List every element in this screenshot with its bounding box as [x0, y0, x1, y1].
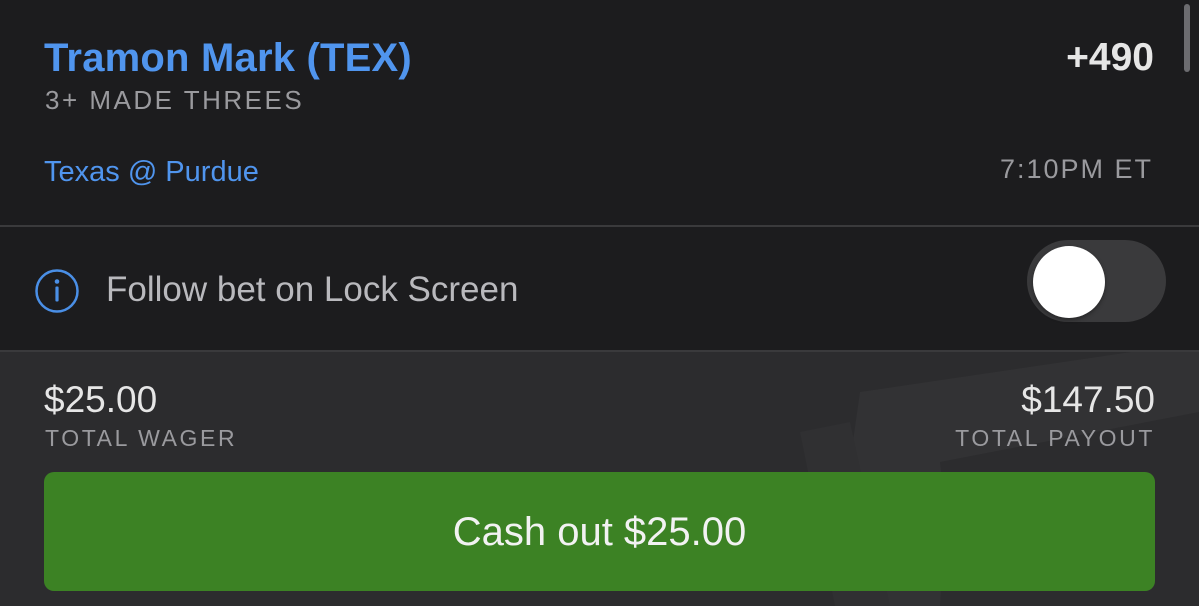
- bet-card: Tramon Mark (TEX) +490 3+ MADE THREES Te…: [0, 0, 1199, 606]
- lock-screen-toggle[interactable]: [1027, 240, 1166, 322]
- info-icon[interactable]: [35, 269, 79, 313]
- odds-value: +490: [1066, 36, 1154, 79]
- game-time: 7:10PM ET: [999, 154, 1153, 184]
- payout-panel: $25.00 TOTAL WAGER $147.50 TOTAL PAYOUT …: [0, 352, 1199, 606]
- cash-out-label: Cash out $25.00: [452, 509, 747, 554]
- follow-bet-label: Follow bet on Lock Screen: [106, 270, 519, 309]
- bet-details: Tramon Mark (TEX) +490 3+ MADE THREES Te…: [0, 0, 1199, 226]
- follow-bet-row: Follow bet on Lock Screen: [0, 227, 1199, 351]
- toggle-knob: [1033, 246, 1105, 318]
- total-wager-amount: $25.00: [44, 379, 158, 420]
- matchup-link[interactable]: Texas @ Purdue: [44, 154, 259, 190]
- cash-out-button[interactable]: Cash out $25.00: [44, 472, 1155, 591]
- total-wager-label: TOTAL WAGER: [45, 425, 238, 451]
- player-name[interactable]: Tramon Mark (TEX): [44, 34, 412, 82]
- scrollbar[interactable]: [1184, 4, 1190, 72]
- total-payout-amount: $147.50: [1021, 379, 1155, 420]
- market-label: 3+ MADE THREES: [45, 85, 305, 115]
- total-payout-label: TOTAL PAYOUT: [955, 425, 1155, 451]
